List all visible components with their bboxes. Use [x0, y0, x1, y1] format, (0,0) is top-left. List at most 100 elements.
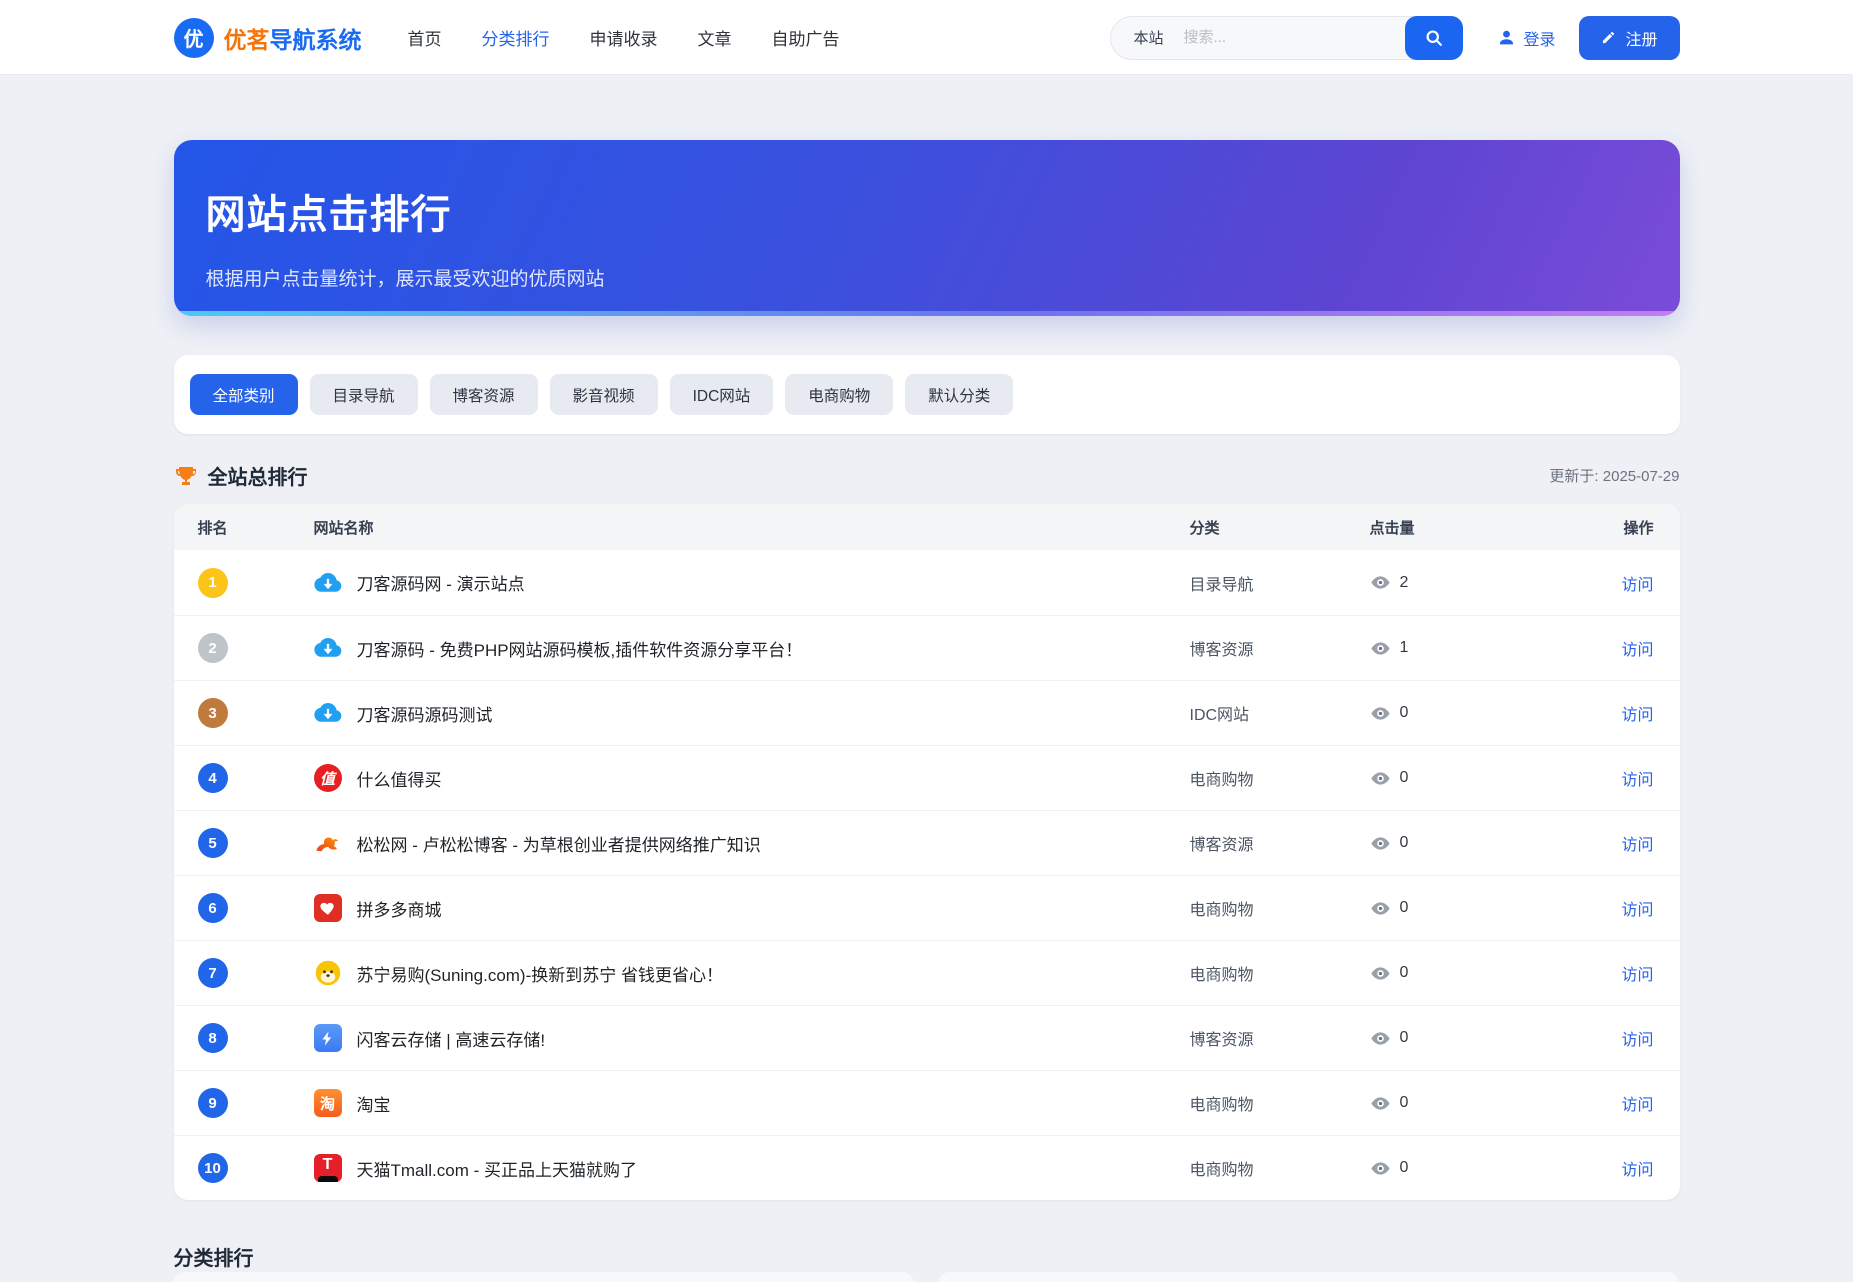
search-scope-select[interactable]: 本站: [1133, 27, 1163, 48]
category-ranking-title: 分类排行: [174, 1242, 1680, 1271]
table-row: 9 淘 淘宝 电商购物 0 访问: [174, 1070, 1680, 1135]
tao-icon: 淘: [314, 1089, 342, 1117]
squirrel-icon: [314, 829, 342, 857]
category-label: 电商购物: [1190, 766, 1370, 790]
site-link[interactable]: 刀客源码源码测试: [357, 701, 493, 726]
click-count: 0: [1400, 1159, 1409, 1177]
site-link[interactable]: 松松网 - 卢松松博客 - 为草根创业者提供网络推广知识: [357, 831, 761, 856]
table-row: 5 松松网 - 卢松松博客 - 为草根创业者提供网络推广知识 博客资源 0 访问: [174, 810, 1680, 875]
login-link[interactable]: 登录: [1497, 26, 1555, 50]
visit-link[interactable]: 访问: [1621, 766, 1653, 790]
main-nav: 首页 分类排行 申请收录 文章 自助广告: [408, 25, 840, 50]
visit-link[interactable]: 访问: [1621, 636, 1653, 660]
eye-icon: [1370, 833, 1391, 854]
column-header-name: 网站名称: [314, 517, 1190, 538]
top-navigation-bar: 优 优茗导航系统 首页 分类排行 申请收录 文章 自助广告 本站: [0, 0, 1853, 75]
site-link[interactable]: 拼多多商城: [357, 896, 442, 921]
register-button[interactable]: 注册: [1579, 16, 1679, 60]
category-ranking-card-left: [173, 1272, 914, 1282]
eye-icon: [1370, 1028, 1391, 1049]
column-header-category: 分类: [1190, 517, 1370, 538]
eye-icon: [1370, 898, 1391, 919]
updated-timestamp: 更新于: 2025-07-29: [1549, 465, 1679, 486]
filter-all[interactable]: 全部类别: [190, 374, 298, 415]
rank-badge: 7: [198, 958, 228, 988]
category-filter-bar: 全部类别 目录导航 博客资源 影音视频 IDC网站 电商购物 默认分类: [174, 355, 1680, 434]
nav-item-self-ads[interactable]: 自助广告: [772, 25, 840, 50]
click-count: 0: [1400, 704, 1409, 722]
filter-default[interactable]: 默认分类: [905, 374, 1013, 415]
eye-icon: [1370, 703, 1391, 724]
category-label: 博客资源: [1190, 831, 1370, 855]
zhi-badge-icon: 值: [314, 764, 342, 792]
rank-badge: 6: [198, 893, 228, 923]
site-link[interactable]: 天猫Tmall.com - 买正品上天猫就购了: [357, 1156, 638, 1181]
click-count: 0: [1400, 899, 1409, 917]
column-header-rank: 排名: [174, 517, 314, 538]
category-label: 博客资源: [1190, 1026, 1370, 1050]
lightning-icon: [314, 1024, 342, 1052]
filter-idc[interactable]: IDC网站: [670, 374, 774, 415]
filter-video[interactable]: 影音视频: [550, 374, 658, 415]
visit-link[interactable]: 访问: [1621, 961, 1653, 985]
brand-logo[interactable]: 优 优茗导航系统: [174, 18, 362, 58]
visit-link[interactable]: 访问: [1621, 831, 1653, 855]
site-link[interactable]: 什么值得买: [357, 766, 442, 791]
filter-blog[interactable]: 博客资源: [430, 374, 538, 415]
click-count: 0: [1400, 769, 1409, 787]
category-label: 电商购物: [1190, 896, 1370, 920]
ranking-table: 排名 网站名称 分类 点击量 操作 1 刀客源码网 - 演示站点 目录导航: [174, 504, 1680, 1200]
filter-ecommerce[interactable]: 电商购物: [785, 374, 893, 415]
eye-icon: [1370, 572, 1391, 593]
table-header-row: 排名 网站名称 分类 点击量 操作: [174, 504, 1680, 550]
search-box: 本站: [1110, 16, 1463, 60]
click-count: 0: [1400, 964, 1409, 982]
click-count: 0: [1400, 1029, 1409, 1047]
search-input[interactable]: [1183, 29, 1343, 46]
nav-item-category-ranking[interactable]: 分类排行: [482, 25, 550, 50]
table-row: 2 刀客源码 - 免费PHP网站源码模板,插件软件资源分享平台！ 博客资源 1 …: [174, 615, 1680, 680]
table-row: 8 闪客云存储 | 高速云存储! 博客资源 0 访问: [174, 1005, 1680, 1070]
rank-badge: 8: [198, 1023, 228, 1053]
category-label: 电商购物: [1190, 961, 1370, 985]
search-button[interactable]: [1405, 16, 1463, 60]
site-link[interactable]: 淘宝: [357, 1091, 391, 1116]
eye-icon: [1370, 1093, 1391, 1114]
page-title: 网站点击排行: [206, 182, 1648, 240]
table-row: 4 值 什么值得买 电商购物 0 访问: [174, 745, 1680, 810]
visit-link[interactable]: 访问: [1621, 1091, 1653, 1115]
eye-icon: [1370, 768, 1391, 789]
site-link[interactable]: 刀客源码网 - 演示站点: [357, 570, 525, 595]
heart-icon: [314, 894, 342, 922]
visit-link[interactable]: 访问: [1621, 1156, 1653, 1180]
rank-badge: 10: [198, 1153, 228, 1183]
lion-icon: [314, 959, 342, 987]
user-icon: [1497, 28, 1516, 47]
page: 优 优茗导航系统 首页 分类排行 申请收录 文章 自助广告 本站: [0, 0, 1853, 1282]
tmall-cat-icon: T: [314, 1154, 342, 1182]
filter-directory[interactable]: 目录导航: [310, 374, 418, 415]
table-row: 7 苏宁易购(Suning.com)-换新到苏宁 省钱更省心！ 电商购物: [174, 940, 1680, 1005]
nav-item-submit-site[interactable]: 申请收录: [590, 25, 658, 50]
click-count: 1: [1400, 639, 1409, 657]
category-label: 目录导航: [1190, 571, 1370, 595]
rank-badge: 9: [198, 1088, 228, 1118]
visit-link[interactable]: 访问: [1621, 1026, 1653, 1050]
nav-item-articles[interactable]: 文章: [698, 25, 732, 50]
cloud-download-icon: [314, 699, 342, 727]
visit-link[interactable]: 访问: [1621, 896, 1653, 920]
hero-accent-strip: [174, 311, 1680, 316]
nav-item-home[interactable]: 首页: [408, 25, 442, 50]
section-title: 全站总排行: [208, 461, 308, 490]
site-link[interactable]: 闪客云存储 | 高速云存储!: [357, 1026, 546, 1051]
site-link[interactable]: 苏宁易购(Suning.com)-换新到苏宁 省钱更省心！: [357, 961, 723, 986]
column-header-clicks: 点击量: [1370, 517, 1585, 538]
category-ranking-card-right: [938, 1272, 1679, 1282]
visit-link[interactable]: 访问: [1621, 571, 1653, 595]
category-label: IDC网站: [1190, 701, 1370, 725]
brand-name: 优茗导航系统: [224, 21, 362, 55]
site-link[interactable]: 刀客源码 - 免费PHP网站源码模板,插件软件资源分享平台！: [357, 636, 803, 661]
click-count: 0: [1400, 1094, 1409, 1112]
eye-icon: [1370, 963, 1391, 984]
visit-link[interactable]: 访问: [1621, 701, 1653, 725]
